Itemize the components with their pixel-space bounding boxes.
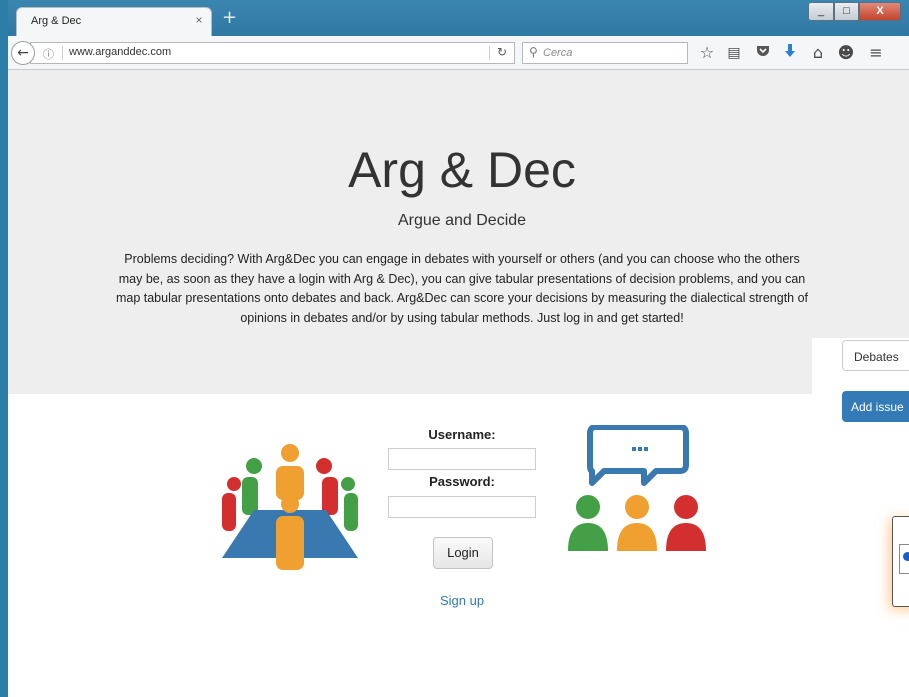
minimize-button[interactable]: _ (808, 2, 834, 21)
smiley-icon[interactable]: ☻ (836, 43, 856, 63)
page-description: Problems deciding? With Arg&Dec you can … (115, 252, 809, 325)
password-input[interactable] (388, 496, 536, 518)
reload-icon[interactable]: ↻ (497, 45, 507, 59)
reload-separator (489, 46, 490, 60)
side-panel-background (812, 70, 909, 338)
web-page: Arg & Dec Argue and Decide Problems deci… (8, 70, 909, 697)
new-tab-icon[interactable]: + (222, 7, 237, 28)
floating-panel[interactable] (892, 516, 909, 607)
page-subtitle: Argue and Decide (397, 212, 527, 229)
add-issue-button[interactable]: Add issue (842, 391, 909, 422)
search-placeholder: Cerca (543, 47, 573, 59)
download-icon[interactable] (780, 43, 800, 64)
url-separator (62, 46, 63, 60)
reading-list-icon[interactable]: ▤ (724, 43, 744, 63)
bookmark-star-icon[interactable]: ☆ (697, 43, 717, 63)
hero-section (8, 70, 812, 394)
debates-label: Debates (854, 350, 899, 364)
tab-arganddec[interactable]: Arg & Dec × (16, 7, 212, 36)
url-bar[interactable]: ⓘ www.arganddec.com ↻ (30, 42, 515, 64)
tab-bar: Arg & Dec × + _ □ X (8, 0, 909, 36)
desktop-background (0, 0, 8, 697)
browser-window: Arg & Dec × + _ □ X ⓘ www.arganddec.com … (8, 0, 909, 697)
debates-dropdown-button[interactable]: Debates (842, 340, 909, 371)
maximize-button[interactable]: □ (834, 2, 859, 21)
radio-dot-icon (903, 552, 909, 561)
back-button[interactable]: ← (11, 41, 35, 65)
search-bar[interactable]: ⚲ Cerca (522, 42, 688, 64)
add-issue-label: Add issue (851, 400, 904, 414)
info-icon[interactable]: ⓘ (43, 46, 54, 62)
search-icon: ⚲ (529, 45, 538, 59)
back-arrow-icon: ← (17, 45, 29, 61)
tab-close-icon[interactable]: × (192, 13, 206, 27)
url-text[interactable]: www.arganddec.com (69, 46, 171, 58)
menu-icon[interactable]: ≡ (866, 43, 886, 63)
meeting-table-illustration (222, 444, 358, 570)
pocket-icon[interactable] (753, 43, 773, 63)
login-button[interactable]: Login (433, 537, 493, 569)
username-label: Username: (428, 427, 496, 442)
signup-link[interactable]: Sign up (440, 593, 484, 608)
close-window-button[interactable]: X (859, 2, 901, 21)
page-title: Arg & Dec (348, 142, 576, 198)
password-label: Password: (429, 474, 495, 489)
navigation-bar: ⓘ www.arganddec.com ↻ ← ⚲ Cerca ☆ ▤ ⌂ ☻ … (8, 36, 909, 70)
window-controls: _ □ X (808, 2, 901, 21)
tab-title: Arg & Dec (31, 15, 82, 27)
discussion-illustration (568, 425, 706, 551)
floating-panel-control[interactable] (899, 544, 909, 574)
username-input[interactable] (388, 448, 536, 470)
home-icon[interactable]: ⌂ (808, 43, 828, 63)
